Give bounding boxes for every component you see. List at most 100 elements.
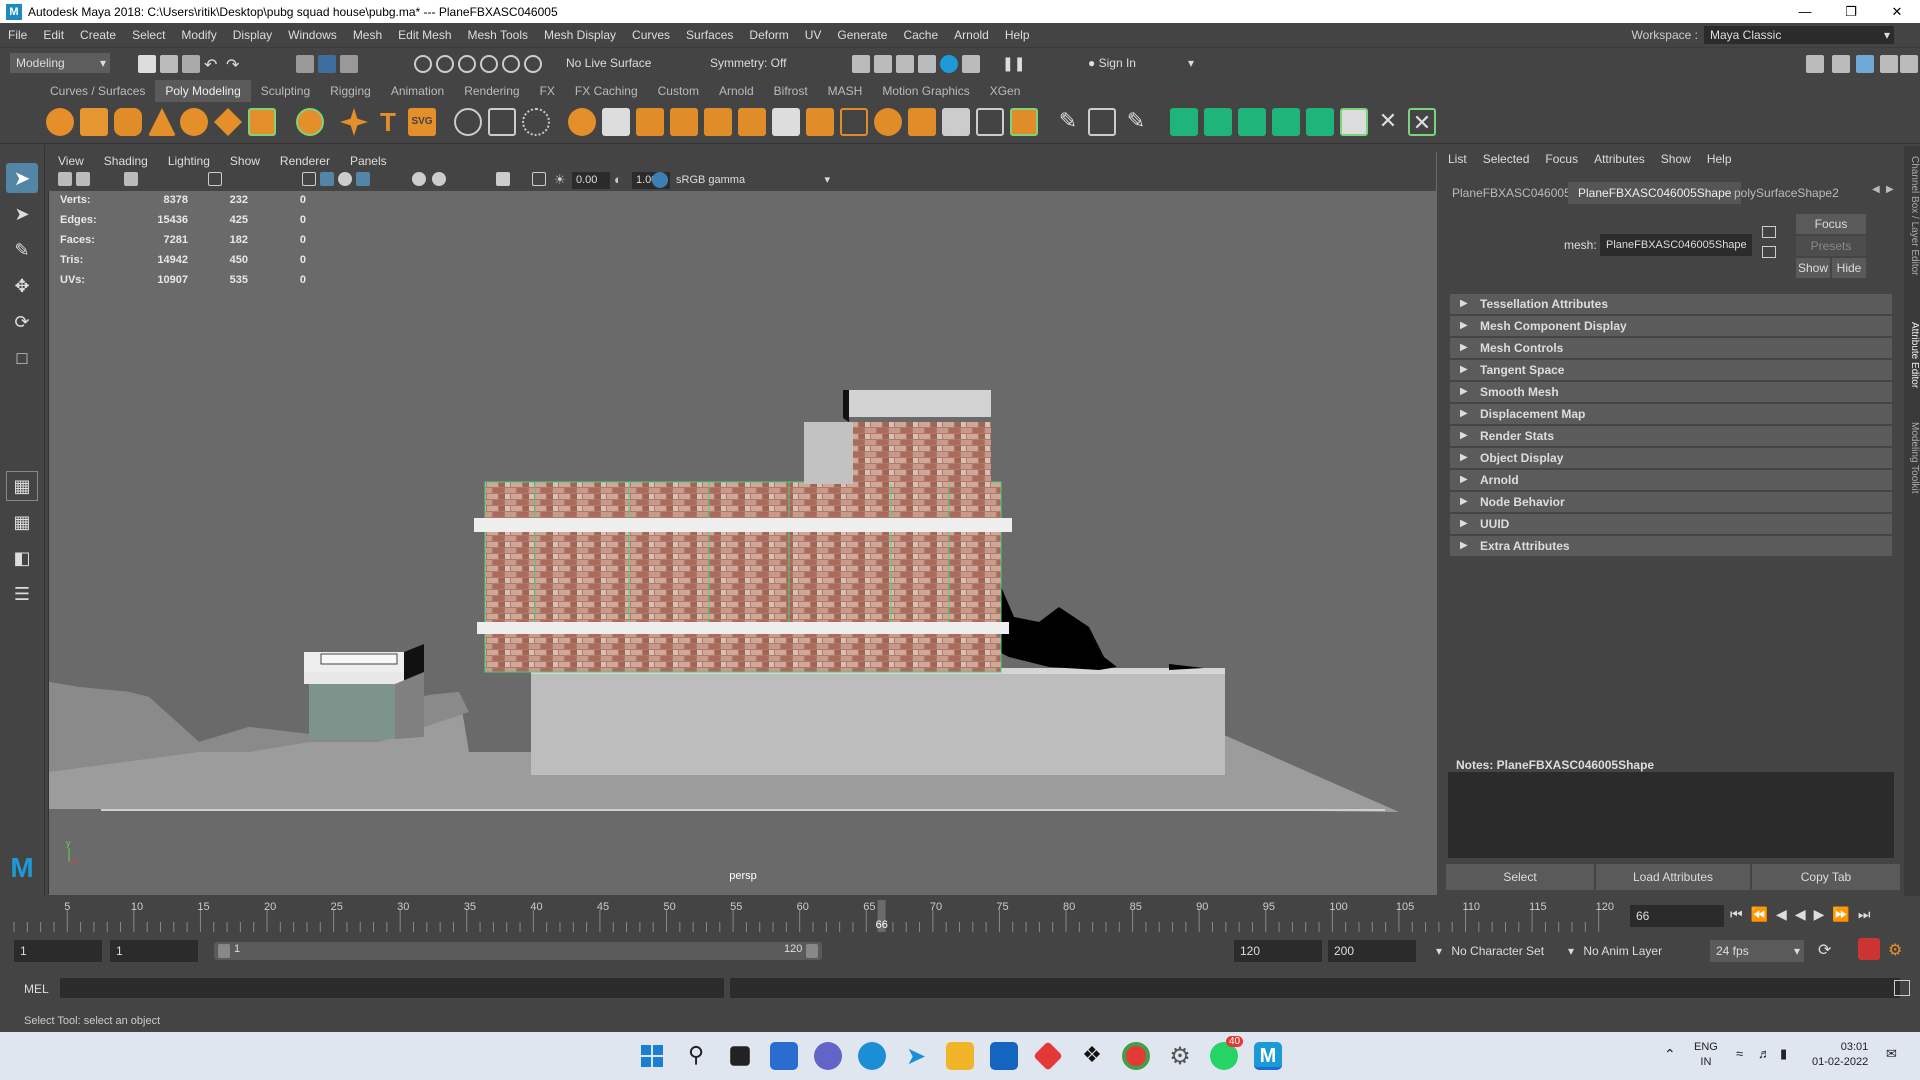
grid-toggle-icon[interactable] (208, 172, 222, 186)
go-to-end-icon[interactable]: ⏭ (1858, 906, 1871, 923)
attr-menu-attributes[interactable]: Attributes (1586, 152, 1653, 172)
merge-icon[interactable] (942, 108, 970, 136)
attr-menu-help[interactable]: Help (1699, 152, 1740, 172)
teams-chat-icon[interactable] (814, 1042, 842, 1070)
tab-attribute-editor[interactable]: Attribute Editor (1904, 322, 1920, 388)
select-button[interactable]: Select (1446, 864, 1594, 890)
viewport-menu-lighting[interactable]: Lighting (158, 154, 220, 168)
shelf-tab-mash[interactable]: MASH (818, 80, 873, 102)
load-attributes-button[interactable]: Load Attributes (1596, 864, 1750, 890)
insert-edge-loop-icon[interactable] (1088, 108, 1116, 136)
animation-start-field[interactable]: 1 (14, 940, 102, 962)
section-displacement-map[interactable]: ▶ Displacement Map (1450, 404, 1892, 424)
persp-outliner-icon[interactable]: ◧ (6, 543, 38, 573)
uv-sew-icon[interactable]: ✕ (1408, 108, 1436, 136)
shelf-tab-fx-caching[interactable]: FX Caching (565, 80, 648, 102)
separate-icon[interactable] (602, 108, 630, 136)
append-icon[interactable] (976, 108, 1004, 136)
play-back-icon[interactable]: ◀ (1795, 906, 1806, 923)
section-render-stats[interactable]: ▶ Render Stats (1450, 426, 1892, 446)
timeline-ruler[interactable]: 5 10 15 20 25 30 35 40 45 50 55 60 65 70 75 80 85 90 95 100… (0, 898, 1620, 934)
super-shape-icon[interactable] (340, 108, 368, 136)
hypershade-icon[interactable] (940, 55, 958, 73)
poly-cube-icon[interactable] (80, 108, 108, 136)
uv-auto-icon[interactable] (1204, 108, 1232, 136)
step-back-key-icon[interactable]: ⏪ (1751, 906, 1768, 923)
menu-help[interactable]: Help (997, 28, 1038, 42)
redo-icon[interactable]: ↷ (226, 55, 244, 74)
open-scene-icon[interactable] (160, 55, 178, 73)
viewport-menu-panels[interactable]: Panels (340, 154, 397, 168)
camera-select-icon[interactable] (58, 172, 72, 186)
section-uuid[interactable]: ▶ UUID (1450, 514, 1892, 534)
shelf-tab-custom[interactable]: Custom (648, 80, 709, 102)
new-scene-icon[interactable] (138, 55, 156, 73)
mirror-icon[interactable] (772, 108, 800, 136)
smooth-shade-icon[interactable] (320, 172, 334, 186)
menu-edit-mesh[interactable]: Edit Mesh (390, 28, 459, 42)
menu-deform[interactable]: Deform (741, 28, 796, 42)
menu-surfaces[interactable]: Surfaces (678, 28, 741, 42)
volume-icon[interactable]: ♬ (1758, 1046, 1771, 1061)
svg-icon[interactable]: SVG (408, 108, 436, 136)
reduce-icon[interactable] (738, 108, 766, 136)
playback-start-field[interactable]: 1 (110, 940, 198, 962)
search-icon[interactable]: ⚲ (682, 1042, 710, 1070)
bookmark-icon[interactable] (124, 172, 138, 186)
menu-mesh-display[interactable]: Mesh Display (536, 28, 624, 42)
range-end-handle[interactable] (806, 944, 818, 958)
section-smooth-mesh[interactable]: ▶ Smooth Mesh (1450, 382, 1892, 402)
tab-channel-box[interactable]: Channel Box / Layer Editor (1904, 156, 1920, 276)
poly-type-icon[interactable]: T (374, 108, 402, 136)
widgets-icon[interactable] (770, 1042, 798, 1070)
save-scene-icon[interactable] (182, 55, 200, 73)
color-management-icon[interactable] (652, 172, 668, 188)
menu-modify[interactable]: Modify (173, 28, 224, 42)
wireframe-icon[interactable] (302, 172, 316, 186)
select-tool-icon[interactable]: ➤ (6, 163, 38, 193)
extrude-icon[interactable] (908, 108, 936, 136)
four-view-icon[interactable]: ▦ (6, 507, 38, 537)
select-object-icon[interactable] (318, 55, 336, 73)
pause-icon[interactable]: ❚❚ (1002, 55, 1025, 73)
snap-curve-icon[interactable] (436, 55, 454, 73)
target-weld-icon[interactable]: ✎ (1122, 108, 1150, 136)
windows-start-icon[interactable] (638, 1042, 666, 1070)
attr-menu-focus[interactable]: Focus (1537, 152, 1586, 172)
attr-tab-0[interactable]: PlaneFBXASC046005 (1442, 182, 1581, 204)
snap-vertex-icon[interactable] (524, 55, 542, 73)
uv-editor-icon[interactable] (1340, 108, 1368, 136)
outliner-icon[interactable]: ☰ (6, 579, 38, 609)
viewport-menu-shading[interactable]: Shading (94, 154, 158, 168)
render-view-icon[interactable] (874, 55, 892, 73)
viewport-menu-renderer[interactable]: Renderer (270, 154, 340, 168)
extract-icon[interactable] (636, 108, 664, 136)
attr-tab-1[interactable]: PlaneFBXASC046005Shape (1568, 182, 1742, 204)
section-arnold[interactable]: ▶ Arnold (1450, 470, 1892, 490)
shelf-tab-sculpting[interactable]: Sculpting (251, 80, 320, 102)
character-controls-icon[interactable] (1832, 55, 1850, 73)
section-node-behavior[interactable]: ▶ Node Behavior (1450, 492, 1892, 512)
visual-studio-code-icon[interactable]: ➤ (902, 1042, 930, 1070)
show-button[interactable]: Show (1796, 258, 1830, 278)
ipr-render-icon[interactable] (896, 55, 914, 73)
dropbox-icon[interactable]: ❖ (1078, 1042, 1106, 1070)
symmetry-dropdown[interactable]: Symmetry: Off (704, 53, 804, 73)
rotate-tool-icon[interactable]: ⟳ (6, 307, 38, 337)
range-bar[interactable]: 1 120 (214, 942, 822, 960)
bevel-icon[interactable] (874, 108, 902, 136)
section-extra-attributes[interactable]: ▶ Extra Attributes (1450, 536, 1892, 556)
exposure-field[interactable]: 0.00 (572, 172, 610, 189)
uv-cylindrical-icon[interactable] (1238, 108, 1266, 136)
menu-generate[interactable]: Generate (829, 28, 895, 42)
menu-curves[interactable]: Curves (624, 28, 678, 42)
section-object-display[interactable]: ▶ Object Display (1450, 448, 1892, 468)
sculpt-tool-icon[interactable] (454, 108, 482, 136)
viewport-menu-show[interactable]: Show (220, 154, 270, 168)
notes-field[interactable] (1448, 772, 1894, 858)
ambient-occlusion-icon[interactable] (432, 172, 446, 186)
menu-create[interactable]: Create (72, 28, 124, 42)
menu-mesh[interactable]: Mesh (345, 28, 390, 42)
colorspace-dropdown[interactable]: sRGB gamma ▾ (672, 172, 832, 189)
snap-surface-icon[interactable] (502, 55, 520, 73)
